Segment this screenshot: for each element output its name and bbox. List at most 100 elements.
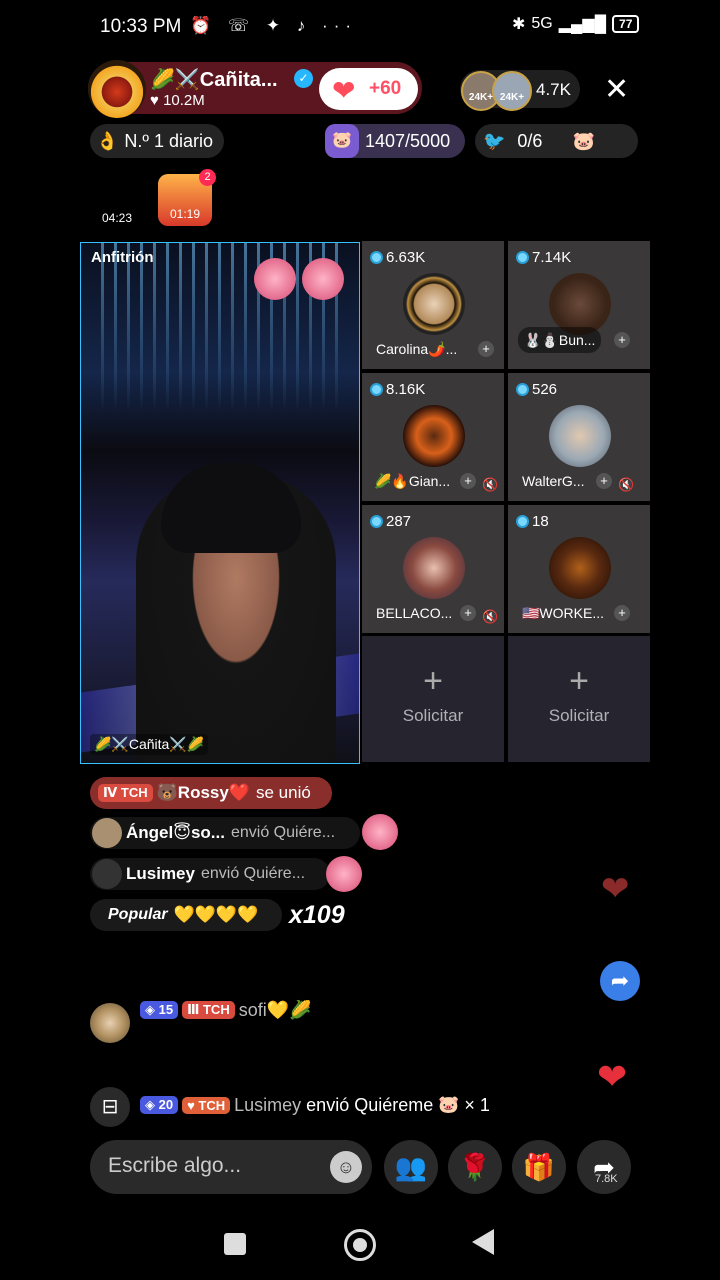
viewer-avatar[interactable]: 24K+ (492, 71, 532, 111)
host-likes-count: 10.2M (163, 92, 205, 109)
chat-user[interactable]: Lusimey (234, 1095, 301, 1116)
level-value: 15 (158, 1002, 174, 1017)
score-icon (516, 383, 529, 396)
chat-text: envió Quiéreme (306, 1094, 434, 1115)
battery-icon: 77 (612, 15, 640, 33)
request-label: Solicitar (402, 706, 464, 725)
level-tag: ◈ 15 (140, 1001, 179, 1019)
request-label: Solicitar (548, 706, 610, 725)
popular-label: Popular (108, 906, 168, 923)
team-label: TCH (198, 1097, 226, 1113)
pig-gift-icon (362, 814, 398, 850)
score-icon (370, 251, 383, 264)
status-time: 10:33 PM (100, 16, 182, 37)
share-icon[interactable]: ➦ (577, 1140, 631, 1194)
request-slot[interactable]: + Solicitar (508, 636, 650, 762)
goal-progress: 1407/5000 (365, 130, 451, 151)
share-icon[interactable]: ➦ (600, 961, 640, 1001)
gift-icon[interactable]: 🎁 (512, 1140, 566, 1194)
guest-avatar (403, 537, 465, 599)
recent-apps-icon[interactable] (224, 1233, 246, 1255)
team-label: TCH (202, 1002, 230, 1017)
goal-pill[interactable]: 🐷 1407/5000 (325, 124, 465, 158)
pig-icon: 🐷 (325, 124, 359, 158)
home-icon[interactable] (344, 1229, 376, 1261)
guest-name: BELLACO... (376, 605, 453, 621)
back-icon[interactable] (472, 1229, 494, 1255)
hand-icon: 👌 (96, 130, 119, 151)
chat-avatar[interactable] (92, 859, 122, 889)
share-count: 7.8K (595, 1173, 618, 1185)
host-avatar[interactable] (88, 60, 146, 118)
plus-icon: + (569, 662, 589, 700)
secondary-goal-pill[interactable]: 🐦 0/6 🐷 (475, 124, 638, 158)
guest-name: 🌽🔥Gian... (374, 473, 451, 489)
gift-count: × 1 (464, 1094, 490, 1115)
chat-user[interactable]: Lusimey (126, 864, 195, 884)
join-notice: Ⅳ TCH 🐻Rossy❤️ se unió (90, 777, 332, 809)
secondary-goal-progress: 0/6 (517, 130, 543, 151)
emoji-icon[interactable]: ☺ (330, 1151, 362, 1183)
bird-icon: 🐦 (483, 130, 506, 151)
chat-user[interactable]: Ángel😇so... (126, 823, 225, 843)
verified-icon: ✓ (294, 69, 313, 88)
add-icon[interactable]: + (596, 473, 612, 489)
guest-score: 18 (516, 513, 549, 530)
host-video-name: 🌽⚔️Cañita⚔️🌽 (90, 734, 209, 755)
guest-score: 287 (370, 513, 411, 530)
host-hair (161, 463, 301, 553)
host-video[interactable] (80, 242, 360, 764)
network-label: 5G (531, 15, 553, 32)
comment-placeholder[interactable]: Escribe algo... (108, 1154, 241, 1178)
mic-muted-icon: 🔇 (482, 609, 499, 624)
add-icon[interactable]: + (460, 605, 476, 621)
guest-tile[interactable]: 287 BELLACO... + 🔇 (362, 505, 504, 633)
pig-icon: 🐷 (572, 130, 595, 151)
chat-avatar[interactable] (92, 818, 122, 848)
guests-icon[interactable]: 👥 (384, 1140, 438, 1194)
chat-message: ◈ 20 ♥ TCH Lusimey envió Quiéreme 🐷 × 1 (140, 1089, 490, 1121)
request-slot[interactable]: + Solicitar (362, 636, 504, 762)
daily-rank-pill[interactable]: 👌 N.º 1 diario (90, 124, 224, 158)
plus-icon: + (423, 662, 443, 700)
close-icon[interactable]: ✕ (604, 72, 629, 107)
guest-name: 🐰⛄Bun... (518, 327, 602, 353)
host-name[interactable]: 🌽⚔️Cañita... (150, 67, 278, 92)
chat-message: ◈ 15 Ⅲ TCH sofi💛🌽 (140, 994, 312, 1026)
gift-notice: Ángel😇so... envió Quiére... (90, 817, 360, 849)
chat-avatar[interactable] (90, 1003, 130, 1043)
level-value: 20 (158, 1097, 174, 1112)
signal-icon: ▂▄▆█ (558, 16, 607, 33)
gift-notice: Lusimey envió Quiére... (90, 858, 330, 890)
guest-tile[interactable]: 7.14K 🐰⛄Bun... + (508, 241, 650, 369)
guest-tile[interactable]: 18 🇺🇸WORKE... + (508, 505, 650, 633)
chat-user[interactable]: 🐻Rossy❤️ (157, 783, 250, 803)
add-icon[interactable]: + (460, 473, 476, 489)
gift-box-icon[interactable]: ⊟ (90, 1087, 130, 1127)
viewer-count[interactable]: 4.7K (536, 80, 571, 100)
add-icon[interactable]: + (478, 341, 494, 357)
follow-count: +60 (369, 78, 402, 99)
guest-name: WalterG... (522, 473, 585, 489)
popular-notice: Popular 💛💛💛💛 (90, 899, 282, 931)
guest-tile[interactable]: 6.63K Carolina🌶️... + (362, 241, 504, 369)
guest-avatar (549, 273, 611, 335)
status-right: ✱ 5G ▂▄▆█ 77 (512, 14, 640, 34)
host-label: Anfitrión (91, 249, 154, 266)
guest-tile[interactable]: 8.16K 🌽🔥Gian... + 🔇 (362, 373, 504, 501)
add-icon[interactable]: + (614, 605, 630, 621)
join-text: se unió (255, 783, 311, 802)
host-likes: ♥ 10.2M (150, 92, 205, 109)
pig-gift-icon: 🐷 (438, 1095, 460, 1114)
level-tag: Ⅳ TCH (98, 784, 153, 802)
gift-text: envió Quiére... (230, 824, 336, 841)
rose-icon[interactable]: 🌹 (448, 1140, 502, 1194)
add-icon[interactable]: + (614, 332, 630, 348)
guest-score: 6.63K (370, 249, 425, 266)
guest-tile[interactable]: 526 WalterG... + 🔇 (508, 373, 650, 501)
guest-score-value: 8.16K (386, 381, 426, 398)
guest-score: 7.14K (516, 249, 571, 266)
status-icons: ⏰ ☏ ✦ ♪ ··· (190, 16, 358, 35)
gift-text: envió Quiére... (200, 865, 306, 882)
mic-muted-icon: 🔇 (618, 477, 635, 492)
